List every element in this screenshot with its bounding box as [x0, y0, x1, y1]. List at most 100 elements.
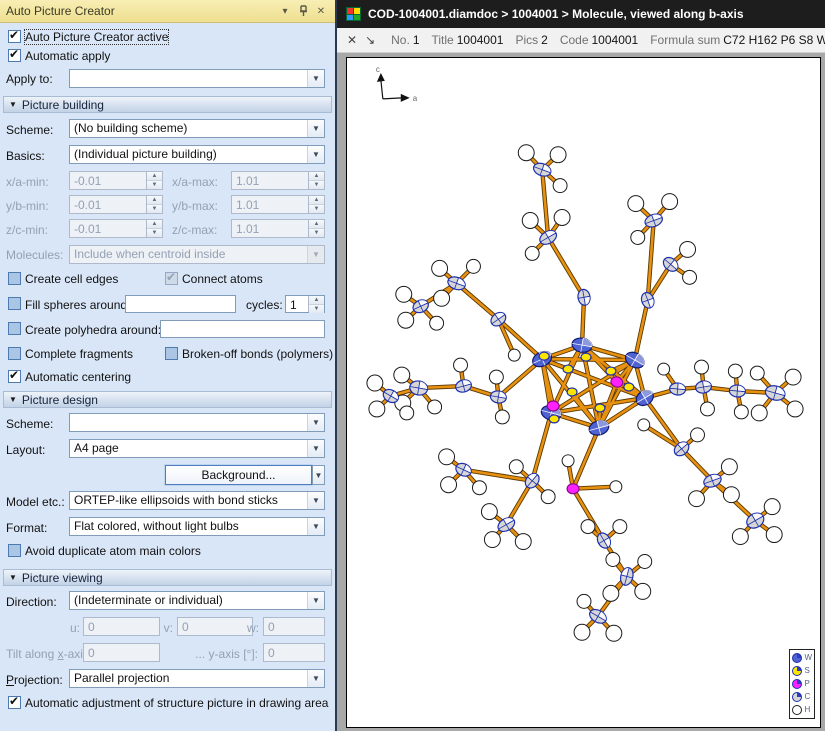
auto-adjust-label[interactable]: Automatic adjustment of structure pictur… — [25, 696, 328, 710]
basics-combobox[interactable]: (Individual picture building) ▼ — [69, 145, 325, 164]
create-polyhedra-checkbox[interactable] — [8, 322, 21, 335]
layout-combobox[interactable]: A4 page ▼ — [69, 439, 325, 458]
atom-color-legend: WSPCH — [789, 649, 815, 719]
pics-field-label: Pics — [515, 33, 538, 47]
section-picture-building[interactable]: Picture building — [3, 96, 332, 113]
spin-down-icon[interactable]: ▼ — [147, 205, 162, 213]
axes-indicator: ca — [376, 65, 418, 103]
building-scheme-combobox[interactable]: (No building scheme) ▼ — [69, 119, 325, 138]
projection-combobox[interactable]: Parallel projection ▼ — [69, 669, 325, 688]
spin-buttons[interactable]: ▲▼ — [146, 220, 162, 237]
fill-spheres-input[interactable] — [125, 295, 236, 313]
automatic-centering-checkbox[interactable] — [8, 370, 21, 383]
fill-spheres-label[interactable]: Fill spheres around: — [25, 298, 130, 312]
section-picture-viewing[interactable]: Picture viewing — [3, 569, 332, 586]
chevron-down-icon[interactable]: ▼ — [307, 120, 324, 137]
chevron-down-icon[interactable]: ▼ — [307, 592, 324, 609]
apply-to-value — [70, 70, 307, 87]
yb-max-spinner[interactable]: 1.01▲▼ — [231, 195, 325, 214]
format-combobox[interactable]: Flat colored, without light bulbs ▼ — [69, 517, 325, 536]
complete-fragments-checkbox[interactable] — [8, 347, 21, 360]
spin-down-icon[interactable]: ▼ — [309, 229, 324, 237]
apply-to-combobox[interactable]: ▼ — [69, 69, 325, 88]
avoid-duplicate-label[interactable]: Avoid duplicate atom main colors — [25, 544, 201, 558]
active-checkbox-label[interactable]: Auto Picture Creator active — [25, 30, 168, 44]
spin-up-icon[interactable]: ▲ — [147, 172, 162, 181]
close-record-icon[interactable]: ✕ — [347, 33, 357, 47]
create-polyhedra-label[interactable]: Create polyhedra around: — [25, 323, 161, 337]
broken-off-bonds-checkbox[interactable] — [165, 347, 178, 360]
background-button[interactable]: Background... — [165, 465, 312, 485]
create-cell-edges-checkbox[interactable] — [8, 272, 21, 285]
spin-up-icon[interactable]: ▲ — [147, 220, 162, 229]
layout-value: A4 page — [70, 440, 307, 457]
molecules-value: Include when centroid inside — [70, 246, 307, 263]
auto-apply-checkbox-label[interactable]: Automatic apply — [25, 49, 110, 63]
xa-min-spinner[interactable]: -0.01▲▼ — [69, 171, 163, 190]
section-picture-design[interactable]: Picture design — [3, 391, 332, 408]
spin-up-icon[interactable]: ▲ — [309, 220, 324, 229]
xa-max-spinner[interactable]: 1.01▲▼ — [231, 171, 325, 190]
tilt-x-input: 0 — [83, 643, 160, 662]
design-scheme-label: Scheme: — [6, 417, 53, 431]
design-scheme-combobox[interactable]: ▼ — [69, 413, 325, 432]
direction-combobox[interactable]: (Indeterminate or individual) ▼ — [69, 591, 325, 610]
spin-up-icon[interactable]: ▲ — [309, 296, 324, 305]
close-icon[interactable]: ✕ — [313, 3, 329, 19]
fill-spheres-checkbox[interactable] — [8, 297, 21, 310]
chevron-down-icon[interactable]: ▼ — [307, 518, 324, 535]
apply-to-label: Apply to: — [6, 72, 53, 86]
create-polyhedra-input[interactable] — [160, 320, 325, 338]
auto-adjust-checkbox[interactable] — [8, 696, 21, 709]
create-cell-edges-label[interactable]: Create cell edges — [25, 272, 118, 286]
xa-min-label: x/a-min: — [6, 175, 49, 189]
spin-up-icon[interactable]: ▲ — [309, 172, 324, 181]
xa-min-value: -0.01 — [70, 172, 146, 189]
spin-buttons[interactable]: ▲▼ — [308, 196, 324, 213]
spin-up-icon[interactable]: ▲ — [309, 196, 324, 205]
model-combobox[interactable]: ORTEP-like ellipsoids with bond sticks ▼ — [69, 491, 325, 510]
structure-page[interactable]: ca WSPCH — [346, 57, 821, 728]
cycles-spinner[interactable]: 1▲▼ — [285, 295, 325, 313]
spin-down-icon[interactable]: ▼ — [147, 229, 162, 237]
w-value: 0 — [264, 618, 279, 636]
svg-text:c: c — [376, 65, 380, 74]
legend-item: W — [792, 652, 812, 664]
spin-buttons[interactable]: ▲▼ — [308, 296, 324, 312]
panel-menu-caret-icon[interactable]: ▾ — [277, 3, 293, 19]
automatic-centering-label[interactable]: Automatic centering — [25, 370, 131, 384]
spin-buttons[interactable]: ▲▼ — [146, 172, 162, 189]
title-field-value: 1004001 — [457, 33, 504, 47]
active-checkbox[interactable] — [8, 30, 21, 43]
spin-buttons[interactable]: ▲▼ — [146, 196, 162, 213]
complete-fragments-label[interactable]: Complete fragments — [25, 347, 133, 361]
spin-up-icon[interactable]: ▲ — [147, 196, 162, 205]
xa-max-value: 1.01 — [232, 172, 308, 189]
tilt-y-input: 0 — [263, 643, 325, 662]
pin-icon[interactable] — [295, 3, 311, 19]
spin-buttons[interactable]: ▲▼ — [308, 172, 324, 189]
spin-down-icon[interactable]: ▼ — [309, 181, 324, 189]
spin-down-icon[interactable]: ▼ — [147, 181, 162, 189]
spin-down-icon[interactable]: ▼ — [309, 305, 324, 313]
goto-record-icon[interactable]: ↘ — [365, 33, 375, 47]
model-value: ORTEP-like ellipsoids with bond sticks — [70, 492, 307, 509]
spin-down-icon[interactable]: ▼ — [309, 205, 324, 213]
drawing-canvas[interactable]: ca WSPCH — [337, 53, 825, 731]
layout-label: Layout: — [6, 443, 45, 457]
chevron-down-icon[interactable]: ▼ — [307, 146, 324, 163]
chevron-down-icon[interactable]: ▼ — [307, 414, 324, 431]
background-dropdown-button[interactable]: ▼ — [312, 465, 325, 485]
zc-max-spinner[interactable]: 1.01▲▼ — [231, 219, 325, 238]
zc-min-spinner[interactable]: -0.01▲▼ — [69, 219, 163, 238]
broken-off-bonds-label[interactable]: Broken-off bonds (polymers) — [182, 347, 333, 361]
spin-buttons[interactable]: ▲▼ — [308, 220, 324, 237]
avoid-duplicate-checkbox[interactable] — [8, 544, 21, 557]
chevron-down-icon[interactable]: ▼ — [307, 70, 324, 87]
chevron-down-icon[interactable]: ▼ — [307, 440, 324, 457]
chevron-down-icon[interactable]: ▼ — [307, 492, 324, 509]
auto-apply-checkbox[interactable] — [8, 49, 21, 62]
yb-min-spinner[interactable]: -0.01▲▼ — [69, 195, 163, 214]
chevron-down-icon[interactable]: ▼ — [307, 670, 324, 687]
legend-item: H — [792, 704, 812, 716]
